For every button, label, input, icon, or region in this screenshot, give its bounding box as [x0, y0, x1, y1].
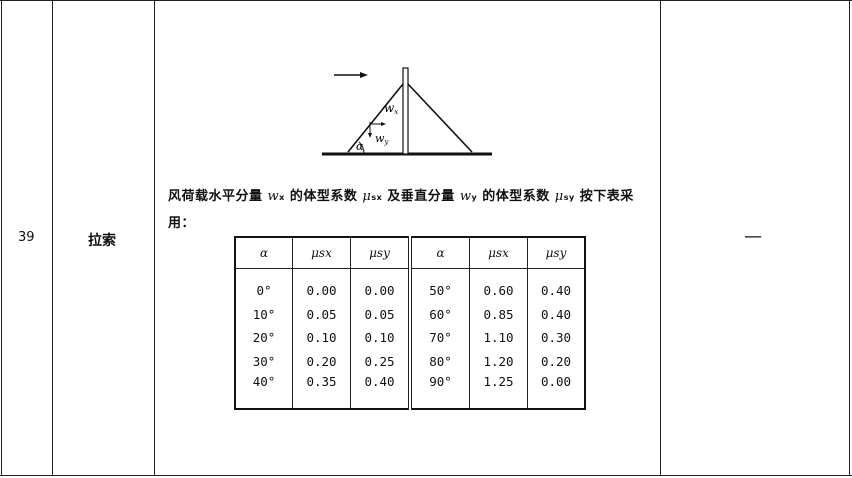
table-cell: 0.20	[292, 349, 351, 373]
right-cable	[407, 83, 473, 153]
table-cell: 1.20	[469, 349, 528, 373]
column-divider	[1, 0, 2, 476]
table-cell: 0.10	[292, 326, 351, 350]
table-cell: 0.60	[469, 268, 528, 303]
table-cell: 1.25	[469, 373, 528, 409]
alpha-label: α	[356, 140, 364, 153]
table-row: 30° 0.20 0.25 80° 1.20 0.20	[235, 349, 585, 373]
item-name: 拉索	[88, 233, 116, 249]
header-musy: μsy	[527, 237, 585, 269]
description-text: 风荷载水平分量 wx 的体型系数 μsx 及垂直分量 wy 的体型系数 μsy …	[168, 189, 634, 231]
remark-dash: —	[744, 226, 762, 247]
table-cell: 0.40	[350, 373, 410, 409]
table-cell: 70°	[408, 326, 470, 350]
table-cell: 0.25	[350, 349, 410, 373]
table-cell: 0.20	[527, 349, 585, 373]
table-cell: 1.10	[469, 326, 528, 350]
column-divider	[154, 0, 155, 476]
table-cell: 10°	[252, 306, 276, 322]
table-header-row: α μsx μsy α μsx μsy	[235, 237, 585, 269]
table-cell: 0°	[256, 283, 272, 299]
column-divider	[52, 0, 53, 476]
column-divider	[660, 0, 661, 476]
table-cell: 0.00	[350, 268, 410, 303]
table-cell: 0.35	[292, 373, 351, 409]
table-row: 40° 0.35 0.40 90° 1.25 0.00	[235, 373, 585, 409]
table-row: 10° 0.05 0.05 60° 0.85 0.40	[235, 302, 585, 326]
header-alpha: α	[235, 237, 293, 269]
cable-diagram: wx wy α	[322, 67, 492, 156]
table-cell: 50°	[408, 268, 470, 303]
table-cell: 20°	[252, 330, 276, 346]
bottom-border	[0, 475, 852, 476]
coefficient-table: α μsx μsy α μsx μsy 0° 0.00 0.00 50° 0.6…	[234, 236, 586, 410]
table-cell: 0.40	[527, 302, 585, 326]
wx-arrowhead	[381, 122, 386, 126]
table-cell: 0.10	[350, 326, 410, 350]
table-cell: 0.00	[292, 268, 351, 303]
table-cell: 0.00	[527, 373, 585, 409]
table-cell: 0.05	[350, 302, 410, 326]
table-cell: 0.85	[469, 302, 528, 326]
header-musx: μsx	[292, 237, 351, 269]
table-row: 20° 0.10 0.10 70° 1.10 0.30	[235, 326, 585, 350]
table-cell: 90°	[408, 373, 470, 409]
header-musy: μsy	[350, 237, 410, 269]
table-cell: 60°	[408, 302, 470, 326]
header-alpha: α	[408, 237, 470, 269]
row-number: 39	[18, 230, 35, 245]
wind-arrowhead	[360, 72, 368, 78]
column-divider	[849, 0, 850, 476]
table-cell: 0.30	[527, 326, 585, 350]
wy-arrowhead	[368, 133, 372, 138]
table-cell: 0.05	[292, 302, 351, 326]
mast	[402, 67, 409, 155]
header-musx: μsx	[469, 237, 528, 269]
table-cell: 80°	[408, 349, 470, 373]
table-cell: 0.40	[527, 268, 585, 303]
table-cell: 30°	[252, 353, 276, 369]
top-border	[0, 0, 852, 1]
wx-label: wx	[384, 101, 398, 116]
wy-label: wy	[375, 132, 389, 146]
table-row: 0° 0.00 0.00 50° 0.60 0.40	[235, 268, 585, 303]
table-cell: 40°	[252, 374, 276, 389]
